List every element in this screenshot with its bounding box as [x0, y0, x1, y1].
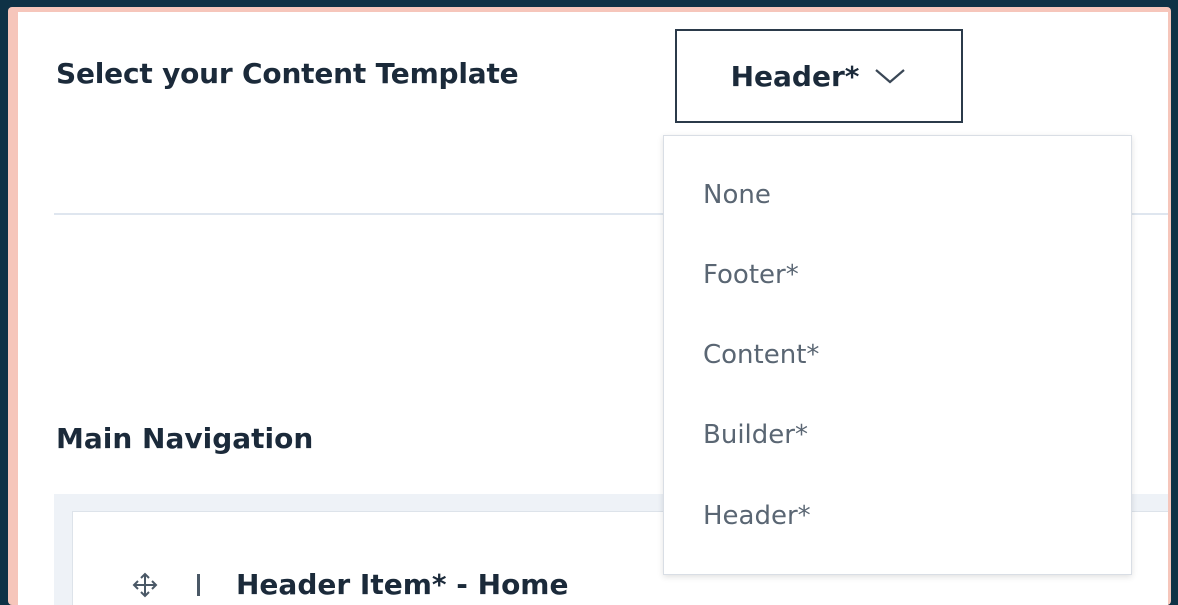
main-navigation-heading: Main Navigation	[56, 422, 314, 455]
nav-item-label: Header Item* - Home	[236, 568, 569, 601]
move-icon[interactable]	[131, 571, 159, 599]
separator-icon	[197, 573, 200, 596]
template-select-value: Header*	[730, 59, 860, 93]
template-select[interactable]: Header*	[675, 29, 963, 123]
content-frame: Select your Content Template Header* Mai…	[8, 7, 1171, 605]
chevron-down-icon	[875, 69, 906, 84]
option-header[interactable]: Header*	[703, 501, 811, 531]
option-footer[interactable]: Footer*	[703, 260, 799, 290]
option-content[interactable]: Content*	[703, 340, 819, 370]
option-builder[interactable]: Builder*	[703, 420, 808, 450]
option-none[interactable]: None	[703, 180, 771, 210]
template-selector-label: Select your Content Template	[56, 57, 519, 90]
template-dropdown-menu: None Footer* Content* Builder* Header*	[663, 135, 1132, 575]
nav-item-row[interactable]: Header Item* - Home	[131, 568, 568, 601]
